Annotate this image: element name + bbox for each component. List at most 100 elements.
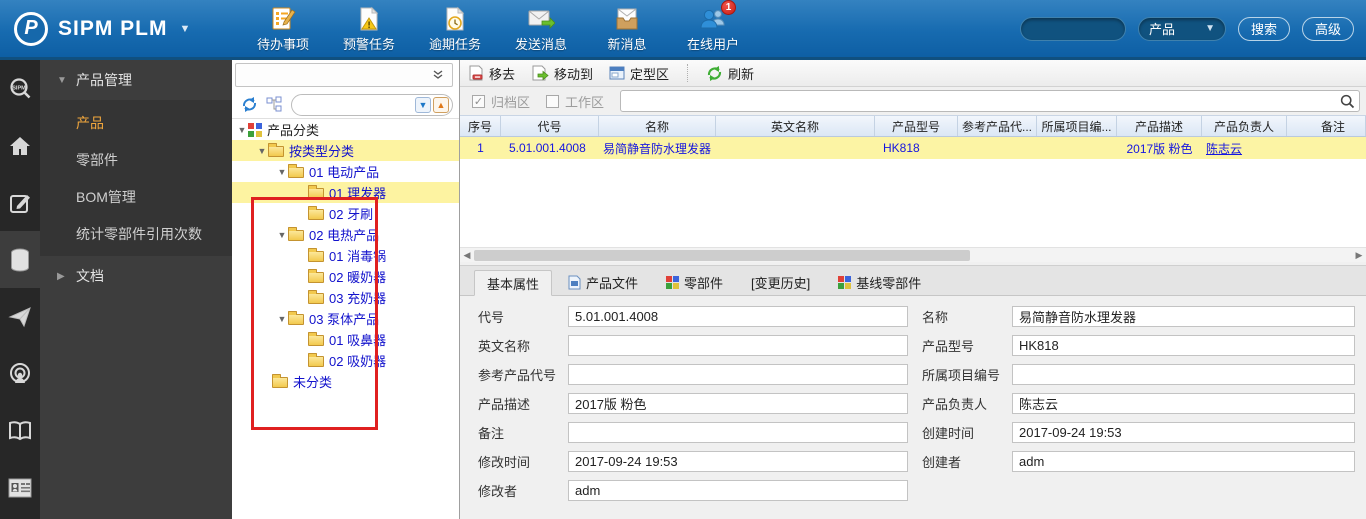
field-created-time[interactable]: [1012, 422, 1355, 443]
field-description[interactable]: [568, 393, 908, 414]
caret-down-icon[interactable]: ▼: [256, 146, 268, 156]
tab-change-history[interactable]: [变更历史]: [739, 269, 822, 295]
tree-node[interactable]: 02 牙刷: [232, 203, 459, 224]
field-modified-time[interactable]: [568, 451, 908, 472]
tree-node[interactable]: 02 吸奶器: [232, 350, 459, 371]
scrollbar-track[interactable]: [474, 249, 1352, 262]
col-header[interactable]: 备注: [1287, 116, 1366, 136]
sidebar-item-bom[interactable]: BOM管理: [40, 178, 232, 215]
menu-section-product-mgmt[interactable]: ▼ 产品管理: [40, 60, 232, 100]
field-model[interactable]: [1012, 335, 1355, 356]
cell-owner-link[interactable]: 陈志云: [1206, 140, 1242, 157]
tree-node[interactable]: ▼ 01 电动产品: [232, 161, 459, 182]
caret-down-icon[interactable]: ▼: [276, 167, 288, 177]
sidebar-item-product[interactable]: 产品: [40, 104, 232, 141]
tree-node[interactable]: 01 消毒锅: [232, 245, 459, 266]
col-header[interactable]: 英文名称: [716, 116, 875, 136]
nav-send-message[interactable]: 发送消息: [513, 5, 569, 53]
advanced-search-button[interactable]: 高级: [1301, 16, 1354, 41]
field-owner[interactable]: [1012, 393, 1355, 414]
tree-filter-box: ▼ ▲: [291, 93, 453, 116]
nav-new-message[interactable]: 新消息: [599, 5, 655, 53]
col-header[interactable]: 产品型号: [875, 116, 958, 136]
col-header[interactable]: 产品负责人: [1202, 116, 1287, 136]
tree-filter-input[interactable]: [300, 97, 413, 112]
tree-node-root[interactable]: ▼ 产品分类: [232, 119, 459, 140]
tree-node[interactable]: 03 充奶器: [232, 287, 459, 308]
folder-icon: [288, 311, 304, 325]
tab-product-files[interactable]: 产品文件: [556, 269, 650, 295]
grid-filter-row: ✓ 归档区 工作区: [460, 87, 1366, 115]
nav-online-users[interactable]: 1 在线用户: [685, 0, 741, 53]
sipm-search-icon: SIPM: [8, 77, 32, 101]
tree-node[interactable]: ▼ 02 电热产品: [232, 224, 459, 245]
tree-collapse-bar[interactable]: [235, 63, 453, 87]
sidebar-item-parts[interactable]: 零部件: [40, 141, 232, 178]
tab-baseline-parts[interactable]: 基线零部件: [826, 269, 933, 295]
archive-checkbox[interactable]: ✓: [472, 94, 485, 108]
fixed-area-button[interactable]: 定型区: [609, 64, 669, 83]
field-name[interactable]: [1012, 306, 1355, 327]
caret-down-icon[interactable]: ▼: [236, 125, 248, 135]
module-broadcast[interactable]: [0, 345, 40, 402]
find-next-button[interactable]: ▼: [415, 96, 431, 113]
caret-down-icon[interactable]: ▼: [276, 314, 288, 324]
field-ref-code[interactable]: [568, 364, 908, 385]
logo-chevron-down-icon[interactable]: ▼: [180, 23, 191, 35]
horizontal-scrollbar[interactable]: ◀ ▶: [460, 247, 1366, 262]
module-sipm-search[interactable]: SIPM: [0, 60, 40, 117]
col-header[interactable]: 所属项目编...: [1037, 116, 1117, 136]
global-search-input[interactable]: [1019, 16, 1126, 41]
col-header[interactable]: 参考产品代...: [958, 116, 1037, 136]
tab-parts[interactable]: 零部件: [654, 269, 735, 295]
sidebar-item-part-usage-count[interactable]: 统计零部件引用次数: [40, 215, 232, 252]
refresh-button[interactable]: 刷新: [706, 64, 754, 83]
field-creator[interactable]: [1012, 451, 1355, 472]
tree-node[interactable]: 01 吸鼻器: [232, 329, 459, 350]
field-project-no[interactable]: [1012, 364, 1355, 385]
scroll-left-icon[interactable]: ◀: [460, 250, 474, 261]
tree-node[interactable]: ▼ 按类型分类: [232, 140, 459, 161]
col-header[interactable]: 产品描述: [1117, 116, 1202, 136]
scrollbar-thumb[interactable]: [474, 249, 970, 261]
module-home[interactable]: [0, 117, 40, 174]
module-edit[interactable]: [0, 174, 40, 231]
table-row-selected[interactable]: 1 5.01.001.4008 易简静音防水理发器 HK818 2017版 粉色…: [460, 137, 1366, 159]
scroll-right-icon[interactable]: ▶: [1352, 250, 1366, 261]
search-icon[interactable]: [1340, 94, 1355, 109]
field-modifier[interactable]: [568, 480, 908, 501]
tab-basic-properties[interactable]: 基本属性: [474, 270, 553, 296]
nav-warning-tasks[interactable]: 预警任务: [341, 5, 397, 53]
field-code[interactable]: [568, 306, 908, 327]
search-button[interactable]: 搜索: [1237, 16, 1290, 41]
module-database[interactable]: [0, 231, 40, 288]
move-to-button[interactable]: 移动到: [531, 64, 593, 83]
tree-node[interactable]: 未分类: [232, 371, 459, 392]
search-scope-select[interactable]: 产品 ▼: [1137, 16, 1226, 41]
workspace-checkbox[interactable]: [546, 94, 560, 108]
menu-section-document[interactable]: ▶ 文档: [40, 256, 232, 296]
tree-node[interactable]: 02 暖奶器: [232, 266, 459, 287]
tree-hierarchy-icon[interactable]: [266, 96, 283, 113]
field-remark[interactable]: [568, 422, 908, 443]
col-header[interactable]: 代号: [501, 116, 599, 136]
nav-todo[interactable]: 待办事项: [255, 5, 311, 53]
nav-overdue-tasks[interactable]: 逾期任务: [427, 5, 483, 53]
caret-down-icon[interactable]: ▼: [276, 230, 288, 240]
book-icon: [8, 419, 32, 443]
module-library[interactable]: [0, 402, 40, 459]
double-chevron-down-icon: [432, 69, 444, 81]
tree-node[interactable]: ▼ 03 泵体产品: [232, 308, 459, 329]
module-send[interactable]: [0, 288, 40, 345]
folder-icon: [288, 227, 304, 241]
logo[interactable]: P SIPM PLM ▼: [0, 11, 245, 46]
grid-search-input[interactable]: [629, 94, 1340, 108]
tree-node[interactable]: 01 理发器: [232, 182, 459, 203]
col-header[interactable]: 名称: [599, 116, 716, 136]
module-contacts[interactable]: [0, 459, 40, 516]
field-en-name[interactable]: [568, 335, 908, 356]
col-header[interactable]: 序号: [460, 116, 501, 136]
remove-button[interactable]: 移去: [468, 64, 515, 83]
find-prev-button[interactable]: ▲: [433, 96, 449, 113]
tree-refresh-icon[interactable]: [241, 96, 258, 113]
